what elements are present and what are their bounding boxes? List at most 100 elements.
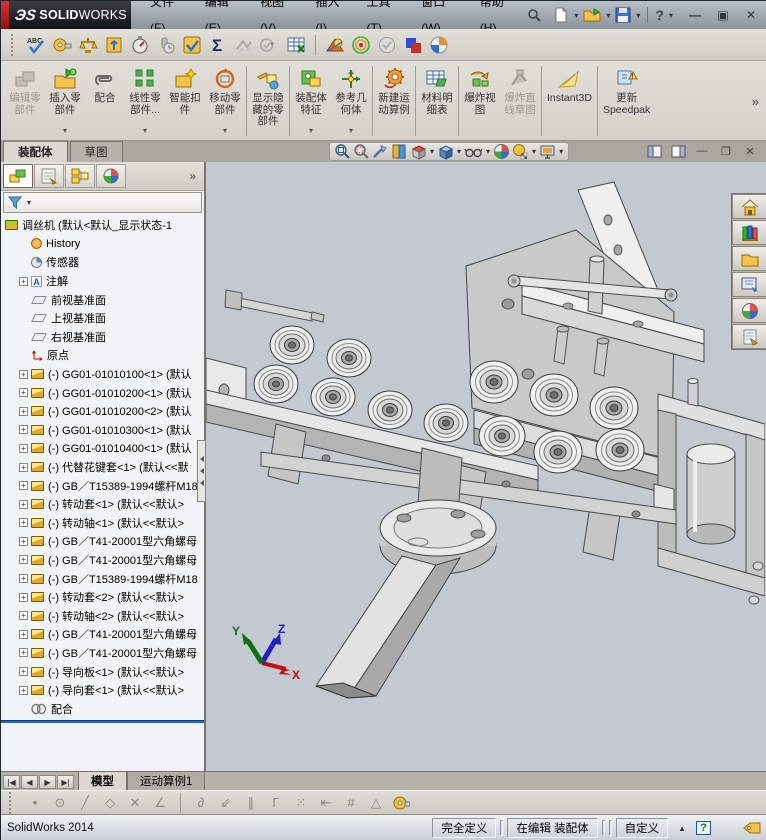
- tree-item-part[interactable]: + (-) 导向套<1> (默认<<默认>: [1, 681, 204, 700]
- tree-item-part[interactable]: + (-) GG01-01010200<2> (默认: [1, 402, 204, 421]
- intersection-snap-icon[interactable]: ✕: [126, 795, 144, 811]
- exploded-view-button[interactable]: 爆炸视 图: [460, 64, 500, 138]
- spell-check-icon[interactable]: ABC: [25, 34, 47, 56]
- tree-item-front-plane[interactable]: 前视基准面: [1, 290, 204, 309]
- panel-overflow[interactable]: »: [189, 169, 202, 183]
- insert-component-button[interactable]: 插入零 部件 ▾: [45, 64, 85, 138]
- tree-item-part[interactable]: + (-) GB／T15389-1994螺杆M18: [1, 476, 204, 495]
- length-snap-icon[interactable]: ⇤: [317, 795, 335, 811]
- dropdown-arrow[interactable]: ▾: [457, 147, 461, 156]
- home-tab[interactable]: [732, 194, 766, 219]
- dropdown-arrow[interactable]: ▾: [63, 125, 67, 137]
- tree-item-part[interactable]: + (-) 转动轴<1> (默认<<默认>: [1, 514, 204, 533]
- expand-toggle[interactable]: +: [19, 592, 28, 602]
- last-tab-button[interactable]: ▶|: [57, 775, 74, 789]
- model-tab[interactable]: 模型: [78, 771, 127, 790]
- tree-item-part[interactable]: + (-) GB／T15389-1994螺杆M18: [1, 569, 204, 588]
- view-orientation-icon[interactable]: [410, 143, 427, 160]
- new-motion-study-button[interactable]: 新建运 动算例: [374, 64, 414, 138]
- update-speedpak-button[interactable]: ! 更新 Speedpak: [599, 64, 654, 138]
- minimize-button[interactable]: —: [685, 7, 705, 23]
- displaymanager-tab[interactable]: [96, 164, 126, 188]
- toolbar-grip[interactable]: [9, 791, 13, 814]
- hide-show-items-icon[interactable]: [464, 143, 483, 160]
- new-document-button[interactable]: [551, 5, 571, 25]
- expand-toggle[interactable]: +: [19, 406, 28, 416]
- tangent-snap-icon[interactable]: ∂: [192, 795, 210, 810]
- prev-tab-button[interactable]: ◀: [21, 775, 38, 789]
- search-icon[interactable]: [527, 8, 548, 22]
- expand-toggle[interactable]: +: [19, 629, 28, 639]
- expand-toggle[interactable]: +: [19, 667, 28, 677]
- save-button[interactable]: [613, 5, 633, 25]
- dropdown-arrow[interactable]: ▾: [486, 147, 490, 156]
- nearest-snap-icon[interactable]: ∠: [151, 795, 169, 811]
- tree-item-right-plane[interactable]: 右视基准面: [1, 328, 204, 347]
- tree-filter[interactable]: ▾: [3, 192, 202, 213]
- bill-of-materials-button[interactable]: 材料明 细表: [417, 64, 457, 138]
- tree-item-part[interactable]: + (-) GB／T41-20001型六角螺母: [1, 551, 204, 570]
- mate-button[interactable]: 配合: [85, 64, 125, 138]
- pin-clock-icon[interactable]: [155, 34, 177, 56]
- parallel-snap-icon[interactable]: ∥: [242, 795, 260, 811]
- appearances-tab[interactable]: [732, 298, 766, 323]
- first-tab-button[interactable]: |◀: [3, 775, 20, 789]
- tree-item-origin[interactable]: 原点: [1, 346, 204, 365]
- quadrant-snap-icon[interactable]: ◇: [101, 795, 119, 811]
- grid-snap-icon[interactable]: #: [342, 795, 360, 810]
- dropdown-arrow[interactable]: ▾: [349, 125, 353, 137]
- measure-icon[interactable]: [51, 34, 73, 56]
- tree-item-part[interactable]: + (-) 转动套<1> (默认<<默认>: [1, 495, 204, 514]
- tree-item-part[interactable]: + (-) 导向板<1> (默认<<默认>: [1, 662, 204, 681]
- expand-toggle[interactable]: +: [19, 555, 28, 565]
- perpendicular-snap-icon[interactable]: ⇙: [217, 795, 235, 811]
- expand-toggle[interactable]: +: [19, 443, 28, 453]
- tape-measure-icon[interactable]: [392, 795, 410, 811]
- tab-assembly[interactable]: 装配体: [3, 140, 68, 162]
- linear-component-pattern-button[interactable]: 线性零 部件... ▾: [125, 64, 165, 138]
- view-palette-tab[interactable]: [732, 272, 766, 297]
- doc-minimize-icon[interactable]: —: [693, 143, 711, 159]
- expand-toggle[interactable]: +: [19, 685, 28, 695]
- expand-toggle[interactable]: +: [19, 462, 28, 472]
- dropdown-arrow[interactable]: ▾: [309, 125, 313, 137]
- featuremanager-tree-tab[interactable]: [3, 164, 33, 188]
- expand-toggle[interactable]: +: [19, 611, 28, 621]
- design-table-icon[interactable]: [285, 34, 307, 56]
- new-dropdown-arrow[interactable]: ▾: [574, 11, 578, 20]
- open-button[interactable]: [581, 5, 603, 25]
- edrawings-icon[interactable]: [428, 34, 450, 56]
- view-settings-icon[interactable]: [539, 143, 556, 160]
- doc-close-icon[interactable]: ✕: [741, 143, 759, 159]
- move-component-button[interactable]: 移动零 部件 ▾: [205, 64, 245, 138]
- restore-button[interactable]: ▣: [713, 7, 733, 23]
- tab-sketch[interactable]: 草图: [69, 141, 123, 162]
- equations-icon[interactable]: Σ: [207, 34, 229, 56]
- next-tab-button[interactable]: ▶: [39, 775, 56, 789]
- show-hidden-components-button[interactable]: 显示隐 藏的零 部件: [248, 64, 288, 138]
- reference-geometry-button[interactable]: 参考几 何体 ▾: [331, 64, 371, 138]
- quick-tips-button[interactable]: ?: [696, 821, 711, 835]
- dropdown-arrow[interactable]: ▾: [532, 147, 536, 156]
- mass-properties-icon[interactable]: [77, 34, 99, 56]
- expand-toggle[interactable]: +: [19, 388, 28, 398]
- doc-restore-icon[interactable]: ❐: [717, 143, 735, 159]
- help-button[interactable]: ?: [653, 5, 666, 25]
- performance-evaluation-icon[interactable]: [129, 34, 151, 56]
- pane-right-icon[interactable]: [669, 143, 687, 159]
- angle-snap-icon[interactable]: △: [367, 795, 385, 811]
- render-preview-icon[interactable]: [324, 34, 346, 56]
- tree-item-part[interactable]: + (-) GB／T41-20001型六角螺母: [1, 644, 204, 663]
- tree-item-mates[interactable]: 配合: [1, 699, 204, 718]
- verification-icon[interactable]: [376, 34, 398, 56]
- check-dropdown-icon[interactable]: [259, 34, 281, 56]
- tree-root[interactable]: 调丝机 (默认<默认_显示状态-1: [1, 216, 204, 235]
- line-snap-icon[interactable]: ╱: [76, 795, 94, 811]
- tree-item-part[interactable]: + (-) GB／T41-20001型六角螺母: [1, 625, 204, 644]
- section-view-icon[interactable]: [391, 143, 408, 160]
- tree-item-history[interactable]: History: [1, 235, 204, 254]
- filter-dropdown-arrow[interactable]: ▾: [27, 198, 31, 207]
- edit-component-button[interactable]: 编辑零 部件: [5, 64, 45, 138]
- dropdown-arrow[interactable]: ▾: [143, 125, 147, 137]
- center-snap-icon[interactable]: ⊙: [51, 795, 69, 811]
